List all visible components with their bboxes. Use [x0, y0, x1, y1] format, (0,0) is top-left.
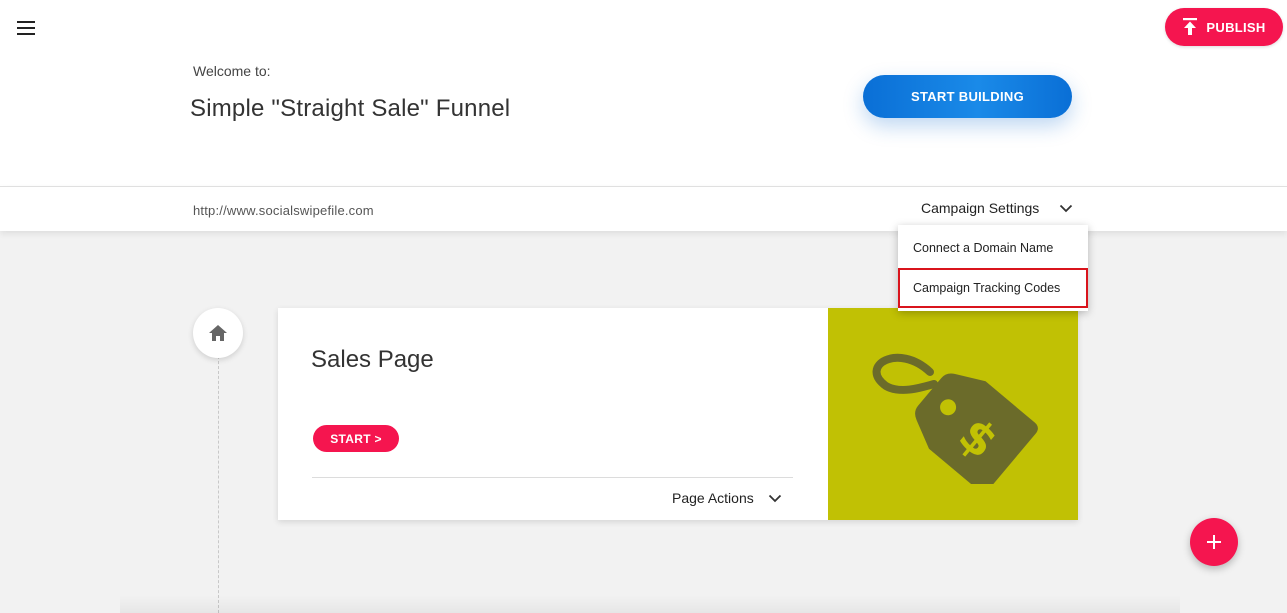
campaign-settings-label: Campaign Settings — [921, 200, 1040, 216]
page-actions-toggle[interactable]: Page Actions — [672, 490, 782, 506]
add-step-button[interactable] — [1190, 518, 1238, 566]
page-actions-label: Page Actions — [672, 490, 754, 506]
menu-item-connect-domain[interactable]: Connect a Domain Name — [898, 228, 1088, 268]
start-page-label: START > — [330, 431, 382, 446]
campaign-settings-toggle[interactable]: Campaign Settings — [921, 200, 1073, 216]
upload-icon — [1183, 18, 1198, 35]
start-building-label: START BUILDING — [910, 89, 1024, 104]
home-icon — [209, 325, 227, 341]
start-page-button[interactable]: START > — [313, 425, 399, 452]
next-card-edge — [120, 595, 1180, 613]
chevron-down-icon — [1060, 204, 1073, 212]
menu-item-label: Campaign Tracking Codes — [913, 281, 1061, 295]
funnel-title: Simple "Straight Sale" Funnel — [190, 95, 511, 122]
publish-button[interactable]: PUBLISH — [1165, 8, 1283, 46]
page-thumbnail[interactable]: $ — [828, 308, 1078, 520]
timeline-line — [218, 356, 219, 613]
top-header: PUBLISH Welcome to: Simple "Straight Sal… — [0, 0, 1287, 187]
page-title: Sales Page — [311, 346, 434, 373]
campaign-settings-bar: http://www.socialswipefile.com Campaign … — [0, 186, 1287, 231]
sales-page-card: Sales Page START > Page Actions $ — [278, 308, 1078, 520]
hamburger-menu-icon[interactable] — [14, 18, 38, 38]
publish-label: PUBLISH — [1206, 19, 1266, 35]
plus-icon — [1207, 535, 1221, 549]
chevron-down-icon — [768, 494, 781, 502]
card-divider — [312, 477, 793, 478]
welcome-text: Welcome to: — [193, 63, 271, 79]
home-button[interactable] — [193, 308, 243, 358]
campaign-settings-menu: Connect a Domain Name Campaign Tracking … — [898, 225, 1088, 311]
start-building-button[interactable]: START BUILDING — [863, 75, 1072, 118]
menu-item-campaign-tracking-codes[interactable]: Campaign Tracking Codes — [898, 268, 1088, 308]
menu-item-label: Connect a Domain Name — [913, 241, 1054, 255]
price-tag-dollar-icon: $ — [872, 353, 1038, 484]
campaign-url: http://www.socialswipefile.com — [193, 203, 374, 218]
